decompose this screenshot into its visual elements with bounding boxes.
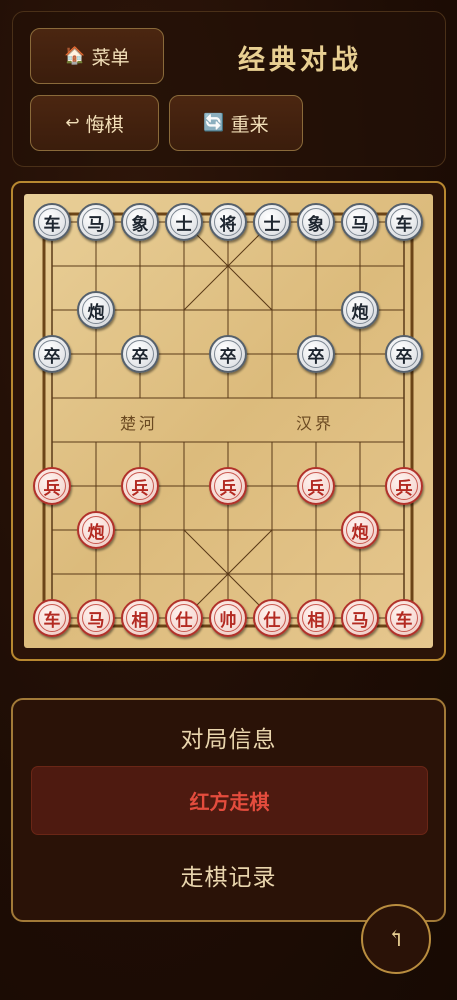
black-piece[interactable]: 炮 <box>341 291 379 329</box>
red-piece[interactable]: 马 <box>341 599 379 637</box>
piece-label: 士 <box>175 214 193 235</box>
piece-label: 炮 <box>351 302 369 323</box>
piece-label: 车 <box>43 214 61 235</box>
menu-button[interactable]: 🏠 菜单 <box>30 28 164 84</box>
black-piece[interactable]: 车 <box>385 203 423 241</box>
floating-action-button[interactable]: ↰ <box>361 904 431 974</box>
piece-label: 将 <box>219 214 237 235</box>
red-piece[interactable]: 相 <box>297 599 335 637</box>
piece-label: 帅 <box>219 610 237 631</box>
piece-label: 士 <box>263 214 281 235</box>
piece-label: 兵 <box>131 478 149 499</box>
page-title: 经典对战 <box>238 45 362 76</box>
piece-label: 象 <box>131 214 149 235</box>
game-board[interactable]: 楚河 汉界 车马象士将士象马车炮炮卒卒卒卒卒兵兵兵兵兵炮炮车马相仕帅仕相马车 <box>24 194 433 648</box>
black-piece[interactable]: 卒 <box>121 335 159 373</box>
game-info-title: 对局信息 <box>180 727 277 753</box>
hint-icon: ↰ <box>386 926 406 952</box>
red-piece[interactable]: 车 <box>385 599 423 637</box>
piece-label: 卒 <box>43 346 61 367</box>
undo-icon: ↩ <box>65 113 80 133</box>
red-piece[interactable]: 仕 <box>165 599 203 637</box>
black-piece[interactable]: 卒 <box>297 335 335 373</box>
red-piece[interactable]: 兵 <box>121 467 159 505</box>
piece-label: 炮 <box>87 302 105 323</box>
black-piece[interactable]: 象 <box>297 203 335 241</box>
black-piece[interactable]: 马 <box>341 203 379 241</box>
black-piece[interactable]: 车 <box>33 203 71 241</box>
piece-label: 马 <box>351 610 369 631</box>
piece-label: 相 <box>131 610 149 631</box>
menu-button-label: 菜单 <box>91 46 130 69</box>
piece-label: 车 <box>43 610 61 631</box>
river-label-left: 楚河 <box>120 414 159 433</box>
piece-label: 兵 <box>219 478 237 499</box>
undo-button[interactable]: ↩ 悔棋 <box>30 95 159 151</box>
black-piece[interactable]: 卒 <box>209 335 247 373</box>
black-piece[interactable]: 卒 <box>385 335 423 373</box>
black-piece[interactable]: 马 <box>77 203 115 241</box>
black-piece[interactable]: 将 <box>209 203 247 241</box>
restart-button-label: 重来 <box>230 113 269 136</box>
red-piece[interactable]: 兵 <box>297 467 335 505</box>
piece-label: 车 <box>395 214 413 235</box>
restart-icon: 🔄 <box>203 113 225 133</box>
piece-label: 兵 <box>395 478 413 499</box>
game-info-panel: 对局信息 红方走棋 走棋记录 <box>11 698 446 922</box>
piece-label: 卒 <box>219 346 237 367</box>
board-grid <box>42 212 414 628</box>
red-piece[interactable]: 帅 <box>209 599 247 637</box>
piece-label: 炮 <box>87 522 105 543</box>
turn-indicator: 红方走棋 <box>31 766 428 835</box>
river-label-right: 汉界 <box>296 414 335 433</box>
piece-label: 炮 <box>351 522 369 543</box>
piece-label: 马 <box>87 610 105 631</box>
restart-button[interactable]: 🔄 重来 <box>169 95 303 151</box>
piece-label: 马 <box>351 214 369 235</box>
piece-label: 仕 <box>263 610 281 631</box>
piece-label: 车 <box>395 610 413 631</box>
red-piece[interactable]: 相 <box>121 599 159 637</box>
piece-label: 仕 <box>175 610 193 631</box>
black-piece[interactable]: 炮 <box>77 291 115 329</box>
black-piece[interactable]: 象 <box>121 203 159 241</box>
red-piece[interactable]: 炮 <box>77 511 115 549</box>
red-piece[interactable]: 车 <box>33 599 71 637</box>
undo-button-label: 悔棋 <box>85 113 124 136</box>
piece-label: 卒 <box>307 346 325 367</box>
red-piece[interactable]: 兵 <box>33 467 71 505</box>
home-icon: 🏠 <box>64 46 86 66</box>
move-history-title[interactable]: 走棋记录 <box>13 858 444 892</box>
piece-label: 马 <box>87 214 105 235</box>
piece-label: 兵 <box>43 478 61 499</box>
piece-label: 象 <box>307 214 325 235</box>
black-piece[interactable]: 士 <box>165 203 203 241</box>
red-piece[interactable]: 炮 <box>341 511 379 549</box>
red-piece[interactable]: 兵 <box>385 467 423 505</box>
piece-label: 相 <box>307 610 325 631</box>
red-piece[interactable]: 仕 <box>253 599 291 637</box>
piece-label: 卒 <box>395 346 413 367</box>
black-piece[interactable]: 卒 <box>33 335 71 373</box>
red-piece[interactable]: 兵 <box>209 467 247 505</box>
piece-label: 兵 <box>307 478 325 499</box>
black-piece[interactable]: 士 <box>253 203 291 241</box>
red-piece[interactable]: 马 <box>77 599 115 637</box>
piece-label: 卒 <box>131 346 149 367</box>
